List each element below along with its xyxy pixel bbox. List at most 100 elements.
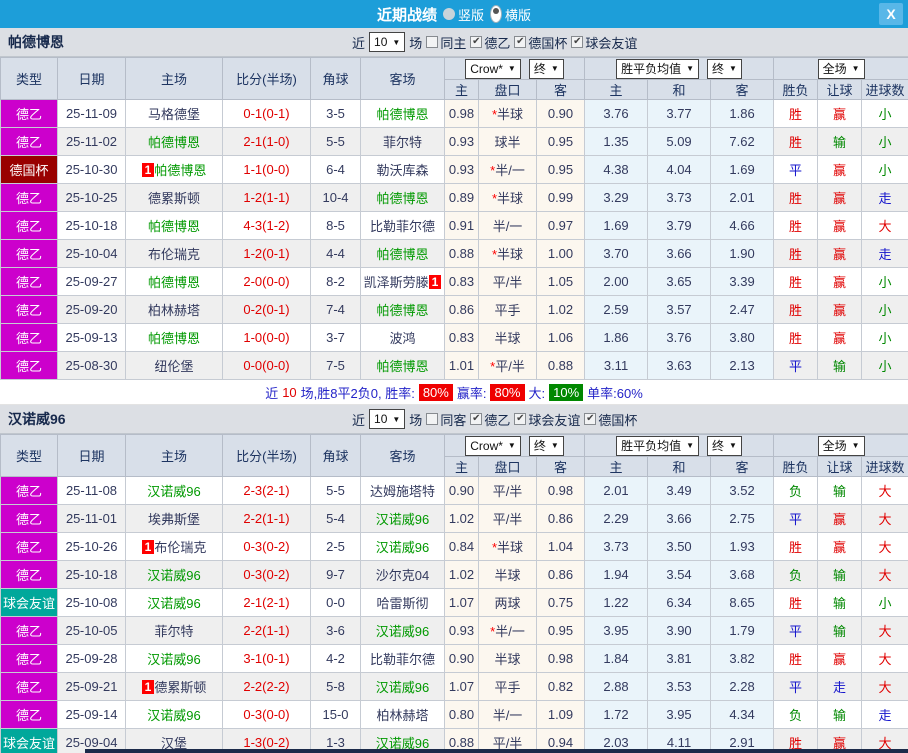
summary-text: 场,胜8平2负0, 胜率: — [300, 385, 415, 401]
match-score: 3-1(0-1) — [222, 644, 311, 673]
filter-prefix-label: 近 — [352, 35, 366, 51]
checkbox-label: 德乙 — [484, 412, 511, 428]
filter-checkbox-同客[interactable]: 同客 — [426, 410, 466, 429]
layout-radio-vertical[interactable]: 竖版 — [442, 5, 484, 24]
team-name-text: 柏林赫塔 — [147, 303, 200, 318]
odds-provider-select-value: Crow* — [470, 61, 503, 76]
match-date: 25-10-18 — [57, 211, 126, 240]
match-date: 25-09-20 — [57, 295, 126, 324]
checkbox-icon[interactable]: ✔ — [470, 413, 483, 425]
europe-final-select-value: 终 — [712, 62, 725, 76]
close-icon[interactable]: X — [879, 3, 903, 25]
checkbox-icon[interactable]: ✔ — [571, 36, 584, 48]
checkbox-icon[interactable]: ✔ — [514, 36, 527, 48]
filter-checkbox-球会友谊[interactable]: ✔ 球会友谊 — [571, 33, 637, 52]
sub-col-header-进球数: 进球数 — [861, 79, 908, 100]
filter-checkbox-德乙[interactable]: ✔ 德乙 — [470, 33, 510, 52]
section-header: 帕德博恩近 10 ▼ 场同主 ✔ 德乙 ✔ 德国杯 ✔ 球会友谊 — [0, 28, 908, 57]
home-odds: 0.83 — [444, 323, 479, 352]
europe-mean-select[interactable]: 胜平负均值 ▼ — [616, 435, 700, 456]
red-card-badge: 1 — [141, 540, 155, 554]
checkbox-icon[interactable] — [426, 36, 439, 48]
away-win-odds: 2.75 — [710, 504, 775, 533]
draw-odds: 3.53 — [647, 672, 712, 701]
result-wdl: 胜 — [773, 267, 819, 296]
draw-odds: 3.90 — [647, 616, 712, 645]
handicap: *半球 — [478, 532, 537, 561]
team-name-text: 菲尔特 — [154, 624, 194, 639]
draw-odds: 3.76 — [647, 323, 712, 352]
home-win-odds: 1.84 — [584, 644, 649, 673]
result-wdl: 平 — [773, 351, 819, 380]
team-name-text: 柏林赫塔 — [376, 708, 429, 723]
checkbox-icon[interactable] — [426, 413, 439, 425]
star-marker: * — [490, 359, 496, 374]
radio-icon-selected[interactable] — [490, 5, 502, 23]
filter-checkbox-德国杯[interactable]: ✔ 德国杯 — [584, 410, 637, 429]
match-date: 25-10-25 — [57, 183, 126, 212]
scope-select[interactable]: 全场 ▼ — [817, 435, 865, 456]
match-count-select[interactable]: 10 ▼ — [369, 32, 406, 52]
filter-checkbox-德国杯[interactable]: ✔ 德国杯 — [514, 33, 567, 52]
checkbox-label: 球会友谊 — [585, 35, 638, 51]
match-row: 德乙 25-11-02 帕德博恩 2-1(1-0) 5-5 菲尔特 0.93 球半 0.95 1.… — [0, 127, 908, 156]
asian-final-select[interactable]: 终 ▼ — [528, 58, 564, 79]
away-odds: 0.95 — [535, 616, 586, 645]
layout-radio-horizontal[interactable]: 横版 — [490, 5, 531, 24]
scope-group: 全场 ▼ — [773, 434, 908, 457]
asian-final-select[interactable]: 终 ▼ — [528, 435, 564, 456]
focus-team-name: 汉诺威96 — [147, 708, 201, 723]
result-goals: 大 — [861, 211, 908, 240]
away-win-odds: 2.13 — [710, 351, 775, 380]
home-win-odds: 3.11 — [584, 351, 649, 380]
match-count-select-value: 10 — [374, 35, 388, 49]
away-odds: 0.86 — [535, 560, 586, 589]
summary-bar: 近 10 场,胜8平2负0, 胜率: 80% 赢率: 80% 大: 10% 单率:60% — [0, 380, 908, 405]
filter-checkbox-德乙[interactable]: ✔ 德乙 — [470, 410, 510, 429]
result-handicap: 走 — [817, 672, 863, 701]
corner-score: 7-5 — [310, 351, 361, 380]
filter-checkbox-同主[interactable]: 同主 — [426, 33, 466, 52]
checkbox-icon[interactable]: ✔ — [514, 413, 527, 425]
europe-final-select[interactable]: 终 ▼ — [707, 435, 742, 456]
match-row: 德乙 25-10-26 1 布伦瑞克 0-3(0-2) 2-5 汉诺威96 0.84 *半球 1.… — [0, 532, 908, 561]
summary-text: 单率:60% — [587, 385, 643, 401]
home-odds: 0.83 — [444, 267, 479, 296]
checkbox-icon[interactable]: ✔ — [584, 413, 597, 425]
sub-col-header-客: 客 — [710, 456, 775, 477]
result-wdl: 负 — [773, 560, 819, 589]
match-type-badge: 德乙 — [0, 183, 58, 212]
match-row: 德乙 25-08-30 纽伦堡 0-0(0-0) 7-5 帕德博恩 1.01 *平/半 0.88… — [0, 351, 908, 380]
corner-score: 9-7 — [310, 560, 361, 589]
focus-team-name: 帕德博恩 — [376, 359, 429, 374]
odds-provider-select[interactable]: Crow* ▼ — [465, 58, 521, 79]
europe-final-select[interactable]: 终 ▼ — [707, 58, 742, 79]
match-date: 25-08-30 — [57, 351, 126, 380]
draw-odds: 3.81 — [647, 644, 712, 673]
match-count-select[interactable]: 10 ▼ — [369, 409, 406, 429]
focus-team-name: 汉诺威96 — [375, 540, 430, 555]
europe-mean-select[interactable]: 胜平负均值 ▼ — [616, 58, 700, 79]
europe-odds-group: 胜平负均值 ▼ 终 ▼ — [584, 57, 775, 80]
away-win-odds: 1.69 — [710, 155, 775, 184]
result-handicap: 赢 — [817, 504, 863, 533]
focus-team-name: 帕德博恩 — [147, 331, 200, 346]
focus-team-name: 帕德博恩 — [376, 247, 429, 262]
radio-icon[interactable] — [442, 8, 455, 20]
home-win-odds: 3.29 — [584, 183, 649, 212]
team-name-text: 布伦瑞克 — [147, 247, 200, 262]
chevron-down-icon: ▼ — [686, 64, 695, 73]
focus-team-name: 帕德博恩 — [376, 191, 429, 206]
result-handicap: 输 — [817, 616, 863, 645]
odds-provider-select[interactable]: Crow* ▼ — [465, 435, 521, 456]
checkbox-icon[interactable]: ✔ — [470, 36, 483, 48]
filter-bar: 近 10 ▼ 场同客 ✔ 德乙 ✔ 球会友谊 ✔ 德国杯 — [352, 405, 637, 433]
europe-final-select-value: 终 — [712, 439, 725, 453]
sub-col-header-让球: 让球 — [817, 456, 863, 477]
home-odds: 0.88 — [444, 239, 479, 268]
red-card-badge: 1 — [428, 275, 442, 289]
result-goals: 大 — [861, 476, 908, 505]
filter-checkbox-球会友谊[interactable]: ✔ 球会友谊 — [514, 410, 580, 429]
scope-select[interactable]: 全场 ▼ — [817, 58, 865, 79]
away-odds: 0.99 — [535, 183, 586, 212]
